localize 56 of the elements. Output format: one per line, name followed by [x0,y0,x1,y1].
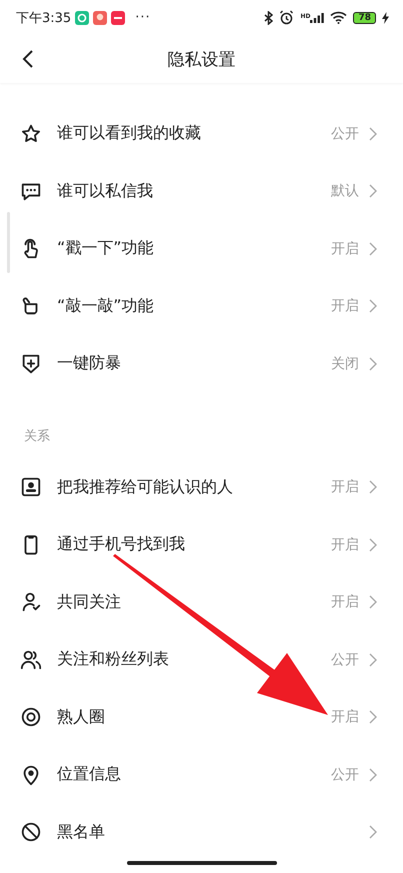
row-label: “戳一下”功能 [57,238,155,260]
chevron-right-icon [369,356,377,371]
section-header: 关系 [23,428,51,446]
chevron-right-icon [369,299,377,314]
app-notification-icon [75,10,90,24]
alarm-icon [279,10,294,25]
row-value: 公开 [331,650,359,669]
row-value: 默认 [331,182,359,200]
row-value: 开启 [331,593,359,612]
row-value: 开启 [331,240,359,258]
chevron-right-icon [369,126,377,141]
contact-card-icon [20,476,42,498]
row-label: 把我推荐给可能认识的人 [57,476,234,498]
row-label: 熟人圈 [57,706,106,728]
target-circle-icon [20,706,42,728]
chevron-right-icon [369,768,377,782]
back-icon[interactable] [22,49,34,69]
app-notification-icon [111,10,126,24]
row-label: 位置信息 [57,764,122,786]
chevron-right-icon [369,538,377,552]
battery-indicator: 78 [353,12,376,24]
row-value: 开启 [331,297,359,316]
row-value: 开启 [331,536,359,554]
row-value: 公开 [331,766,359,784]
row-label: 一键防暴 [57,353,122,374]
row-label: 共同关注 [57,592,122,613]
star-icon [20,122,42,145]
chevron-right-icon [369,184,377,198]
bluetooth-icon [264,10,274,24]
chevron-right-icon [369,242,377,256]
app-notification-icon [93,10,108,24]
chevron-right-icon [369,595,377,610]
more-notifications: ··· [135,10,151,25]
row-value: 开启 [331,478,359,496]
row-label: 黑名单 [57,822,106,843]
shield-plus-icon [20,352,42,375]
row-label: 谁可以私信我 [57,180,154,202]
person-check-icon [20,591,42,614]
chevron-right-icon [369,480,377,494]
chevron-right-icon [369,825,377,840]
row-value: 关闭 [331,354,359,373]
page-title: 隐私设置 [168,48,236,70]
charging-icon [382,12,389,24]
chevron-right-icon [369,710,377,724]
row-value: 开启 [331,708,359,726]
signal-icon [310,12,324,22]
row-label: “敲一敲”功能 [57,296,155,317]
people-icon [20,648,42,671]
row-label: 通过手机号找到我 [57,534,186,556]
blocked-icon [20,821,42,844]
chevron-right-icon [369,652,377,667]
wifi-icon [330,11,348,24]
row-label: 谁可以看到我的收藏 [57,123,202,144]
status-time: 下午3:35 [16,10,72,26]
row-value: 公开 [331,124,359,143]
row-label: 关注和粉丝列表 [57,649,170,670]
